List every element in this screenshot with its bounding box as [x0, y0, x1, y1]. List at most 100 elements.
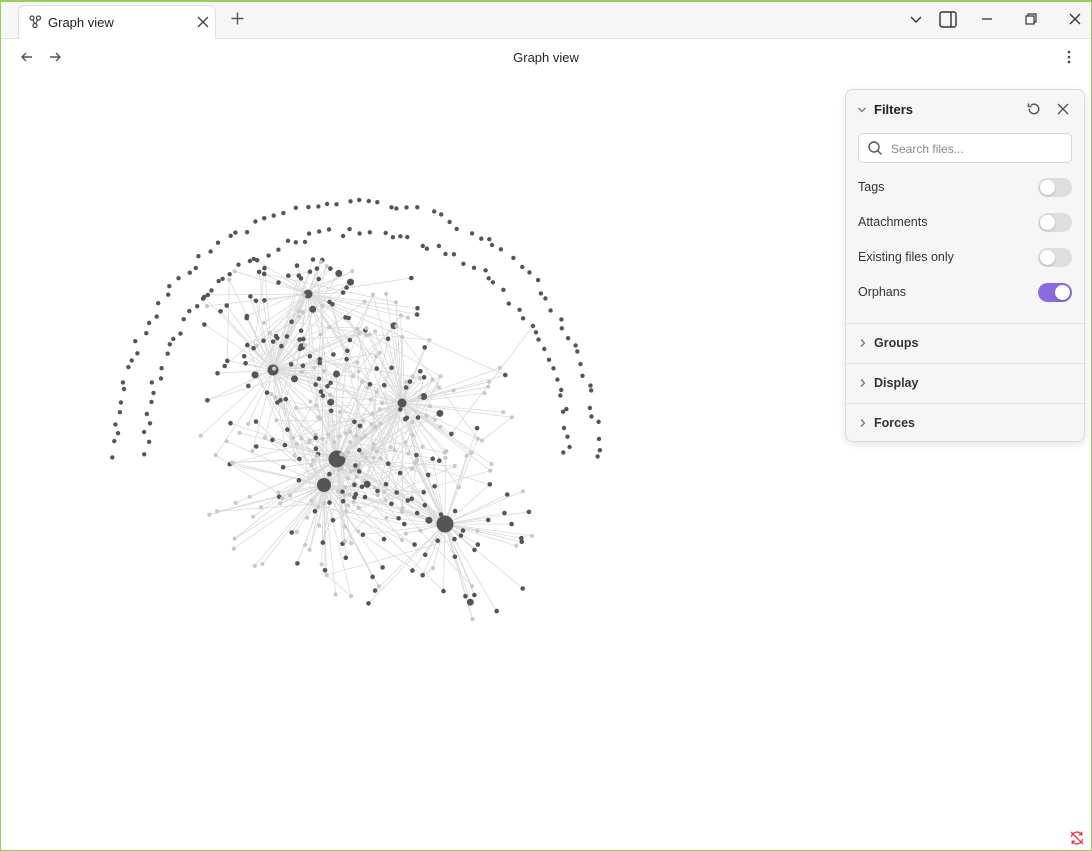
graph-node[interactable]: [416, 415, 421, 420]
graph-node[interactable]: [349, 594, 353, 598]
graph-node[interactable]: [383, 498, 387, 502]
graph-node[interactable]: [499, 247, 503, 251]
graph-node[interactable]: [356, 529, 360, 533]
graph-node[interactable]: [341, 499, 346, 504]
graph-node[interactable]: [311, 257, 316, 262]
graph-node[interactable]: [155, 314, 159, 318]
graph-node[interactable]: [366, 601, 371, 606]
graph-node[interactable]: [343, 315, 348, 320]
graph-node[interactable]: [253, 219, 257, 223]
graph-node[interactable]: [321, 540, 326, 545]
graph-node[interactable]: [262, 321, 266, 325]
graph-node[interactable]: [467, 599, 474, 606]
graph-node[interactable]: [368, 230, 372, 234]
graph-node[interactable]: [443, 252, 447, 256]
graph-node[interactable]: [227, 278, 231, 282]
graph-node[interactable]: [297, 273, 302, 278]
sync-error-icon[interactable]: [1069, 830, 1085, 846]
graph-node[interactable]: [374, 366, 379, 371]
graph-node[interactable]: [483, 268, 487, 272]
graph-node[interactable]: [437, 458, 442, 463]
graph-node[interactable]: [348, 338, 353, 343]
graph-node[interactable]: [315, 454, 319, 458]
graph-node[interactable]: [470, 584, 474, 588]
graph-node[interactable]: [427, 338, 431, 342]
graph-node[interactable]: [560, 326, 564, 330]
graph-node[interactable]: [328, 393, 332, 397]
graph-node[interactable]: [248, 495, 252, 499]
graph-node[interactable]: [359, 437, 363, 441]
graph-node[interactable]: [262, 272, 267, 277]
graph-node[interactable]: [214, 453, 218, 457]
graph-node[interactable]: [354, 434, 358, 438]
graph-node[interactable]: [236, 263, 240, 267]
graph-node[interactable]: [330, 302, 335, 307]
graph-node[interactable]: [573, 343, 577, 347]
graph-node[interactable]: [421, 445, 425, 449]
graph-node[interactable]: [343, 525, 347, 529]
graph-node[interactable]: [527, 510, 532, 515]
graph-node[interactable]: [402, 522, 407, 527]
graph-node[interactable]: [432, 209, 436, 213]
graph-node[interactable]: [597, 437, 601, 441]
graph-node[interactable]: [404, 385, 409, 390]
graph-node[interactable]: [276, 491, 280, 495]
graph-node[interactable]: [501, 410, 505, 414]
graph-node[interactable]: [375, 489, 380, 494]
graph-node[interactable]: [327, 325, 331, 329]
graph-node[interactable]: [229, 234, 233, 238]
graph-node[interactable]: [187, 309, 191, 313]
graph-node[interactable]: [441, 589, 446, 594]
graph-node[interactable]: [452, 252, 456, 256]
search-input[interactable]: [889, 138, 1068, 160]
graph-node[interactable]: [489, 462, 493, 466]
graph-node[interactable]: [341, 290, 346, 295]
graph-node[interactable]: [421, 244, 425, 248]
graph-node[interactable]: [228, 272, 232, 276]
graph-node[interactable]: [371, 293, 375, 297]
graph-node[interactable]: [339, 452, 343, 456]
graph-node[interactable]: [245, 343, 250, 348]
graph-node[interactable]: [334, 592, 338, 596]
graph-node[interactable]: [357, 469, 362, 474]
graph-node[interactable]: [252, 371, 259, 378]
graph-node[interactable]: [502, 511, 507, 516]
graph-node[interactable]: [595, 454, 599, 458]
graph-node[interactable]: [403, 417, 408, 422]
graph-node[interactable]: [391, 235, 395, 239]
graph-node[interactable]: [580, 374, 584, 378]
graph-node[interactable]: [286, 239, 290, 243]
graph-node[interactable]: [527, 270, 531, 274]
graph-node[interactable]: [400, 510, 404, 514]
graph-node[interactable]: [110, 455, 114, 459]
graph-node[interactable]: [323, 568, 328, 573]
graph-node[interactable]: [455, 227, 459, 231]
graph-node[interactable]: [384, 292, 388, 296]
graph-node[interactable]: [364, 333, 368, 337]
graph-node[interactable]: [147, 440, 151, 444]
graph-node[interactable]: [406, 451, 410, 455]
graph-node[interactable]: [159, 376, 163, 380]
graph-node[interactable]: [559, 317, 563, 321]
graph-node[interactable]: [520, 265, 524, 269]
graph-node[interactable]: [202, 322, 207, 327]
graph-node[interactable]: [437, 385, 441, 389]
graph-node[interactable]: [284, 397, 289, 402]
graph-node[interactable]: [346, 503, 350, 507]
graph-node[interactable]: [306, 205, 310, 209]
graph-node[interactable]: [439, 512, 444, 517]
graph-node[interactable]: [486, 518, 491, 523]
sidebar-toggle-icon[interactable]: [939, 11, 957, 28]
graph-node[interactable]: [347, 279, 354, 286]
graph-node[interactable]: [430, 377, 434, 381]
graph-node[interactable]: [472, 266, 476, 270]
graph-node[interactable]: [588, 406, 592, 410]
graph-node[interactable]: [344, 509, 348, 513]
graph-node[interactable]: [329, 409, 334, 414]
graph-node[interactable]: [352, 500, 356, 504]
graph-node[interactable]: [437, 516, 454, 533]
graph-node[interactable]: [364, 326, 368, 330]
graph-node[interactable]: [405, 235, 409, 239]
graph-node[interactable]: [295, 263, 300, 268]
graph-node[interactable]: [325, 384, 330, 389]
